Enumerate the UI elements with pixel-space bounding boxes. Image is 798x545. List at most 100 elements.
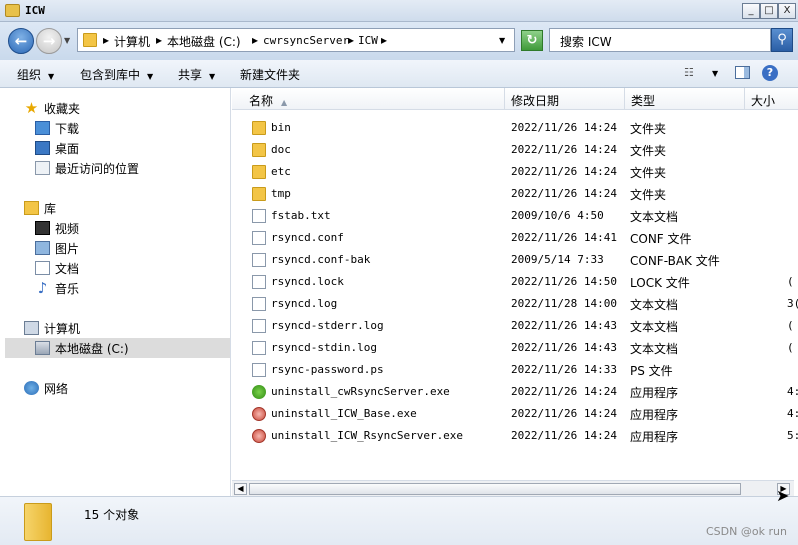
- file-row[interactable]: rsyncd-stderr.log 2022/11/26 14:43 文本文档 (: [232, 315, 798, 337]
- file-icon: [252, 363, 266, 377]
- file-row[interactable]: rsyncd.lock 2022/11/26 14:50 LOCK 文件 (: [232, 271, 798, 293]
- file-row[interactable]: rsyncd.conf 2022/11/26 14:41 CONF 文件: [232, 227, 798, 249]
- forward-button[interactable]: →: [36, 28, 62, 54]
- file-name: rsyncd-stderr.log: [271, 319, 384, 332]
- breadcrumb-separator[interactable]: ▸: [252, 33, 258, 47]
- address-dropdown-icon[interactable]: ▼: [499, 36, 505, 45]
- file-row[interactable]: etc 2022/11/26 14:24 文件夹: [232, 161, 798, 183]
- breadcrumb-separator[interactable]: ▸: [348, 33, 354, 47]
- nav-item-downloads[interactable]: 下载: [35, 118, 225, 138]
- file-row[interactable]: uninstall_cwRsyncServer.exe 2022/11/26 14…: [232, 381, 798, 403]
- history-dropdown-icon[interactable]: ▼: [64, 36, 70, 45]
- file-date: 2022/11/26 14:24: [511, 143, 617, 156]
- watermark: CSDN @ok run: [706, 525, 787, 538]
- star-icon: ★: [24, 99, 39, 117]
- drive-icon: [35, 341, 50, 355]
- horizontal-scrollbar[interactable]: ◀ ▶: [232, 480, 794, 496]
- view-options-icon[interactable]: ☷: [684, 66, 694, 79]
- maximize-button[interactable]: □: [760, 3, 778, 19]
- breadcrumb-separator[interactable]: ▸: [156, 33, 162, 47]
- breadcrumb-computer[interactable]: 计算机: [114, 33, 150, 50]
- file-row[interactable]: rsyncd-stdin.log 2022/11/26 14:43 文本文档 (: [232, 337, 798, 359]
- include-label: 包含到库中: [80, 68, 141, 82]
- nav-label: 网络: [44, 382, 69, 396]
- minimize-button[interactable]: _: [742, 3, 760, 19]
- back-button[interactable]: ←: [8, 28, 34, 54]
- file-name: bin: [271, 121, 291, 134]
- nav-item-desktop[interactable]: 桌面: [35, 138, 225, 158]
- file-type: 文本文档: [630, 210, 679, 224]
- file-icon: [252, 275, 266, 289]
- breadcrumb-separator[interactable]: ▸: [381, 33, 387, 47]
- back-arrow-icon: ←: [14, 32, 28, 50]
- file-type: 文件夹: [630, 188, 667, 202]
- nav-item-videos[interactable]: 视频: [35, 218, 225, 238]
- refresh-icon: ↻: [526, 33, 538, 48]
- file-row[interactable]: rsyncd.conf-bak 2009/5/14 7:33 CONF-BAK 文件: [232, 249, 798, 271]
- file-row[interactable]: uninstall_ICW_RsyncServer.exe 2022/11/26 …: [232, 425, 798, 447]
- address-field[interactable]: ▸ 计算机 ▸ 本地磁盘 (C:) ▸ cwrsyncServer ▸ ICW …: [77, 28, 515, 52]
- file-size: 4:: [787, 385, 798, 398]
- breadcrumb-icw[interactable]: ICW: [358, 34, 378, 47]
- frog-app-icon: [252, 385, 266, 399]
- include-in-library-button[interactable]: 包含到库中 ▼: [80, 66, 153, 83]
- file-name: uninstall_cwRsyncServer.exe: [271, 385, 450, 398]
- scroll-left-icon[interactable]: ◀: [234, 483, 247, 495]
- address-bar: ← → ▼ ▸ 计算机 ▸ 本地磁盘 (C:) ▸ cwrsyncServer …: [0, 22, 798, 60]
- sort-ascending-icon: ▲: [281, 98, 288, 107]
- search-input[interactable]: 搜索 ICW: [549, 28, 771, 52]
- breadcrumb-cwrsyncserver[interactable]: cwrsyncServer: [263, 34, 349, 47]
- column-header-name[interactable]: 名称 ▲: [232, 88, 505, 110]
- nav-libraries[interactable]: 库: [24, 198, 224, 218]
- file-date: 2022/11/26 14:24: [511, 429, 617, 442]
- preview-pane-icon[interactable]: [735, 66, 750, 79]
- nav-computer[interactable]: 计算机: [24, 318, 224, 338]
- file-type: LOCK 文件: [630, 276, 690, 290]
- organize-button[interactable]: 组织 ▼: [17, 66, 54, 83]
- file-type: 应用程序: [630, 386, 679, 400]
- column-label: 名称: [249, 94, 274, 108]
- nav-item-recent-places[interactable]: 最近访问的位置: [35, 158, 225, 178]
- library-icon: [24, 201, 39, 215]
- help-icon[interactable]: ?: [762, 65, 778, 81]
- file-name: etc: [271, 165, 291, 178]
- file-row[interactable]: rsyncd.log 2022/11/28 14:00 文本文档 3(: [232, 293, 798, 315]
- new-folder-button[interactable]: 新建文件夹: [240, 66, 300, 83]
- window-title: ICW: [25, 4, 45, 17]
- view-dropdown-icon[interactable]: ▼: [712, 69, 718, 78]
- column-header-date[interactable]: 修改日期: [505, 88, 625, 110]
- file-row[interactable]: doc 2022/11/26 14:24 文件夹: [232, 139, 798, 161]
- nav-item-documents[interactable]: 文档: [35, 258, 225, 278]
- search-button[interactable]: ⚲: [771, 28, 793, 52]
- nav-item-pictures[interactable]: 图片: [35, 238, 225, 258]
- file-row[interactable]: fstab.txt 2009/10/6 4:50 文本文档: [232, 205, 798, 227]
- file-date: 2009/5/14 7:33: [511, 253, 604, 266]
- file-name: rsyncd.lock: [271, 275, 344, 288]
- nav-network[interactable]: 网络: [24, 378, 224, 398]
- downloads-icon: [35, 121, 50, 135]
- file-row[interactable]: bin 2022/11/26 14:24 文件夹: [232, 117, 798, 139]
- nav-label: 文档: [55, 262, 80, 276]
- file-row[interactable]: rsync-password.ps 2022/11/26 14:33 PS 文件: [232, 359, 798, 381]
- file-size: 4:: [787, 407, 798, 420]
- file-size: 5:: [787, 429, 798, 442]
- share-button[interactable]: 共享 ▼: [178, 66, 215, 83]
- folder-icon: [252, 187, 266, 201]
- breadcrumb-local-disk[interactable]: 本地磁盘 (C:): [167, 33, 241, 50]
- file-row[interactable]: tmp 2022/11/26 14:24 文件夹: [232, 183, 798, 205]
- column-header-type[interactable]: 类型: [625, 88, 745, 110]
- nav-item-music[interactable]: ♪ 音乐: [35, 278, 225, 298]
- file-type: CONF-BAK 文件: [630, 254, 720, 268]
- breadcrumb-separator[interactable]: ▸: [103, 33, 109, 47]
- column-header-size[interactable]: 大小: [745, 88, 798, 110]
- nav-label: 库: [44, 202, 57, 216]
- scroll-thumb[interactable]: [249, 483, 741, 495]
- close-button[interactable]: X: [778, 3, 796, 19]
- nav-item-local-disk[interactable]: 本地磁盘 (C:): [5, 338, 230, 358]
- refresh-button[interactable]: ↻: [521, 30, 543, 51]
- file-date: 2022/11/26 14:43: [511, 319, 617, 332]
- chevron-down-icon: ▼: [147, 72, 154, 81]
- nav-favorites[interactable]: ★ 收藏夹: [24, 98, 224, 118]
- folder-icon: [252, 165, 266, 179]
- file-row[interactable]: uninstall_ICW_Base.exe 2022/11/26 14:24 应用…: [232, 403, 798, 425]
